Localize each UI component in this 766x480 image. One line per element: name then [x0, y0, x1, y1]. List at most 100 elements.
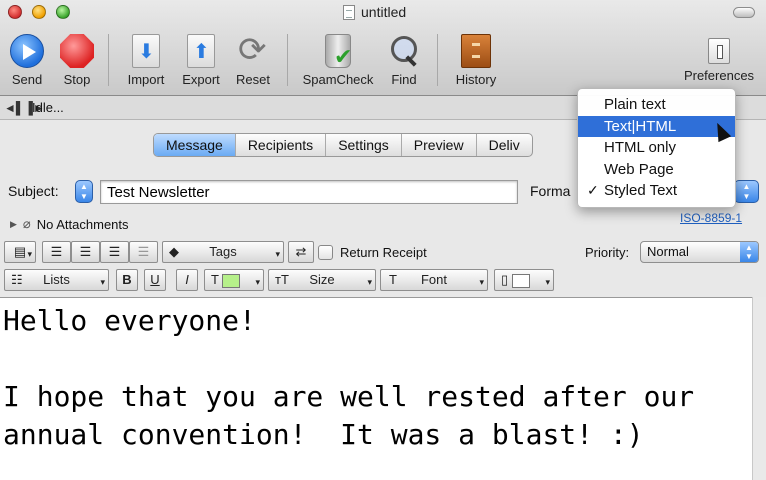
clipboard-icon: ▤: [13, 244, 27, 259]
zoom-window-icon[interactable]: [56, 5, 70, 19]
background-color-swatch: [511, 273, 530, 288]
reset-label: Reset: [236, 72, 270, 87]
size-popup[interactable]: ᴛT Size ▾: [268, 269, 376, 291]
export-button[interactable]: Export: [178, 34, 224, 87]
body-line: I hope that you are well rested after ou…: [3, 380, 695, 413]
bold-button[interactable]: B: [116, 269, 138, 291]
priority-label: Priority:: [585, 245, 630, 260]
reset-icon: [236, 30, 270, 70]
tags-popup[interactable]: ◆ Tags ▾: [162, 241, 284, 263]
import-label: Import: [127, 72, 165, 87]
stop-button[interactable]: Stop: [59, 34, 95, 87]
switch-icon: [708, 38, 730, 64]
justify-icon: ☰: [137, 244, 150, 259]
history-button[interactable]: History: [450, 34, 502, 87]
tab-settings[interactable]: Settings: [326, 134, 402, 156]
magnifier-icon: [387, 34, 421, 68]
italic-button[interactable]: I: [176, 269, 198, 291]
stop-icon: [60, 34, 94, 68]
export-label: Export: [182, 72, 220, 87]
checkmark-icon: ✓: [587, 182, 599, 198]
menu-item-label: HTML only: [604, 139, 676, 156]
align-left-button[interactable]: ☰: [42, 241, 71, 263]
preferences-label: Preferences: [683, 68, 755, 83]
menu-item-label: Styled Text: [604, 182, 678, 199]
find-label: Find: [391, 72, 417, 87]
return-receipt-checkbox[interactable]: [318, 245, 333, 260]
paste-options-button[interactable]: ▤ ▾: [4, 241, 36, 263]
toolbar-toggle-button[interactable]: [733, 7, 755, 18]
tab-delivery[interactable]: Deliv: [477, 134, 532, 156]
lists-label: Lists: [43, 272, 70, 287]
priority-select[interactable]: Normal ▲ ▼: [640, 241, 759, 263]
spamcheck-button[interactable]: SpamCheck: [298, 34, 378, 87]
format-label: Forma: [530, 183, 571, 199]
import-button[interactable]: Import: [123, 34, 169, 87]
text-color-glyph: T: [211, 272, 219, 287]
body-line: Hello everyone!: [3, 304, 256, 337]
font-popup[interactable]: T Font ▾: [380, 269, 488, 291]
chevron-updown-icon: ▲ ▼: [740, 242, 758, 262]
body-line: ​: [3, 340, 752, 378]
format-popup-arrows[interactable]: ▲ ▼: [734, 180, 759, 203]
text-color-popup[interactable]: T ▾: [204, 269, 264, 291]
align-center-button[interactable]: ☰: [71, 241, 100, 263]
close-window-icon[interactable]: [8, 5, 22, 19]
align-left-icon: ☰: [50, 244, 63, 259]
priority-value: Normal: [647, 244, 689, 259]
body-scrollbar[interactable]: [752, 297, 766, 480]
align-right-icon: ☰: [108, 244, 121, 259]
stop-label: Stop: [63, 72, 91, 87]
subject-input[interactable]: [100, 180, 518, 204]
text-size-icon: ᴛT: [275, 272, 289, 287]
encoding-link[interactable]: ISO-8859-1: [680, 211, 742, 225]
subject-label: Subject:: [8, 183, 59, 199]
send-label: Send: [11, 72, 43, 87]
page-icon: ▯: [501, 272, 509, 287]
tab-recipients[interactable]: Recipients: [236, 134, 327, 156]
menu-item-web-page[interactable]: Web Page: [578, 159, 735, 181]
menu-item-styled-text[interactable]: ✓ Styled Text: [578, 180, 735, 202]
background-color-popup[interactable]: ▯ ▾: [494, 269, 554, 291]
justify-button[interactable]: ☰: [129, 241, 158, 263]
history-label: History: [455, 72, 497, 87]
body-line: annual convention! It was a blast! :): [3, 418, 644, 451]
menu-item-plain-text[interactable]: Plain text: [578, 94, 735, 116]
status-text: Idle...: [32, 100, 64, 115]
paperclip-icon: ⌀: [22, 216, 31, 231]
tab-message[interactable]: Message: [154, 134, 236, 156]
attachments-row[interactable]: ▶ ⌀ No Attachments: [10, 216, 129, 232]
attachments-label: No Attachments: [36, 216, 129, 232]
format-menu: Plain text Text|HTML HTML only Web Page …: [577, 88, 736, 208]
underline-button[interactable]: U: [144, 269, 166, 291]
window-title: untitled: [343, 4, 406, 20]
message-body[interactable]: Hello everyone!​I hope that you are well…: [0, 297, 752, 480]
send-button[interactable]: Send: [9, 34, 45, 87]
menu-item-label: Plain text: [604, 96, 666, 113]
menu-item-label: Web Page: [604, 160, 674, 178]
shuffle-button[interactable]: ⇄: [288, 241, 314, 263]
tab-preview[interactable]: Preview: [402, 134, 477, 156]
preferences-button[interactable]: Preferences: [680, 34, 758, 83]
import-icon: [132, 34, 160, 68]
reset-button[interactable]: Reset: [233, 30, 273, 87]
send-icon: [10, 34, 44, 68]
window-toolbar: untitled Send Stop Import Export Reset S…: [0, 0, 766, 96]
align-right-button[interactable]: ☰: [100, 241, 129, 263]
window-title-text: untitled: [361, 4, 407, 20]
text-color-swatch: [222, 273, 241, 288]
size-label: Size: [309, 272, 335, 287]
cabinet-icon: [461, 34, 491, 68]
disclosure-triangle-icon[interactable]: ▶: [10, 219, 17, 230]
font-label: Font: [420, 272, 447, 287]
minimize-window-icon[interactable]: [32, 5, 46, 19]
lists-popup[interactable]: ☷ Lists ▾: [4, 269, 109, 291]
toolbar-separator: [437, 34, 438, 86]
subject-history-stepper[interactable]: ▲ ▼: [75, 180, 93, 203]
export-icon: [187, 34, 215, 68]
find-button[interactable]: Find: [386, 34, 422, 87]
toolbar-separator: [287, 34, 288, 86]
toolbar-separator: [108, 34, 109, 86]
menu-item-html-only[interactable]: HTML only: [578, 137, 735, 159]
menu-item-label: Text|HTML: [604, 117, 677, 135]
